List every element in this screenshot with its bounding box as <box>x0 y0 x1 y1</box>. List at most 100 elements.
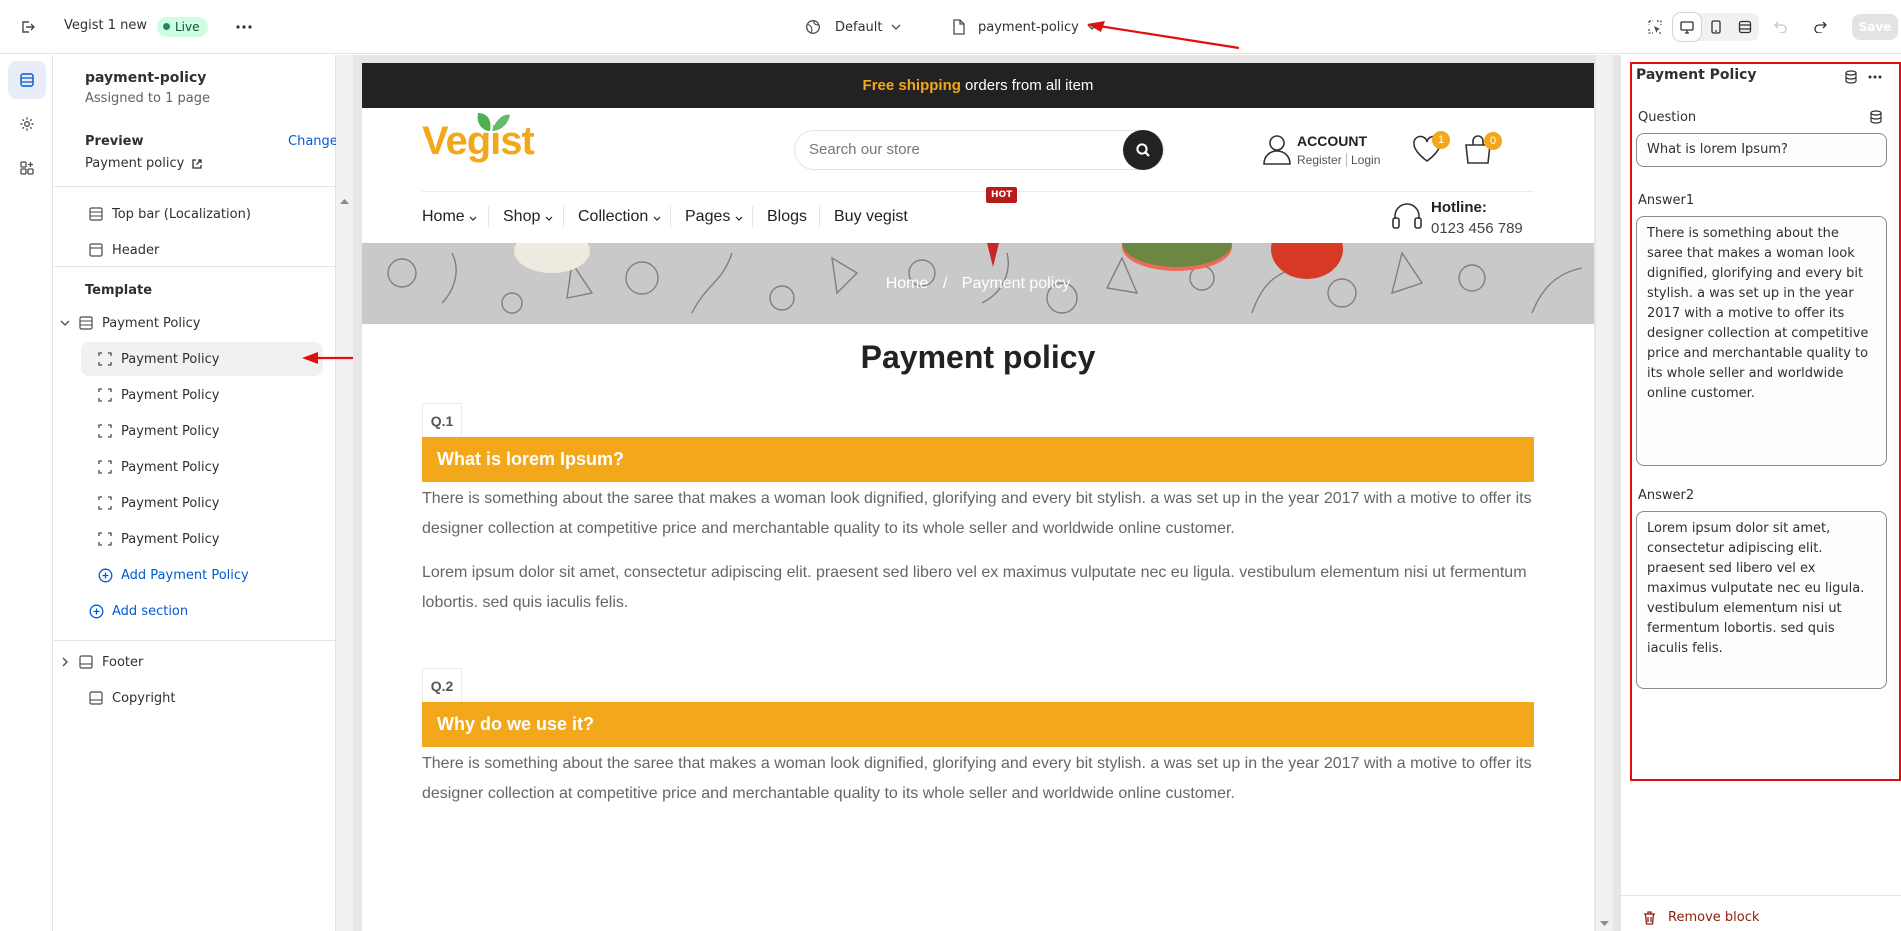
scroll-down-icon[interactable] <box>1600 921 1609 927</box>
store-preview: Free shipping orders from all item Vegis… <box>353 55 1620 931</box>
section-payment-policy[interactable]: Payment Policy <box>56 306 296 340</box>
remove-block-button[interactable]: Remove block <box>1643 910 1759 925</box>
chevron-down-icon <box>735 216 743 221</box>
divider <box>54 186 335 187</box>
store-search[interactable]: Search our store <box>794 130 1164 170</box>
nav-label: Collection <box>578 208 649 225</box>
nav-label: Shop <box>503 208 541 225</box>
answer1-textarea[interactable]: There is something about the saree that … <box>1636 216 1887 466</box>
breadcrumb-banner: Home / Payment policy <box>362 243 1594 324</box>
more-options-icon[interactable] <box>1864 67 1886 87</box>
nav-label: Pages <box>685 208 731 225</box>
mobile-icon[interactable] <box>1702 13 1730 41</box>
wishlist-button[interactable]: 1 <box>1412 131 1452 169</box>
template-selector-label: payment-policy <box>978 19 1079 35</box>
question-input[interactable]: What is lorem Ipsum? <box>1636 133 1887 167</box>
hotline-label: Hotline: <box>1431 199 1487 216</box>
register-link[interactable]: Register <box>1297 153 1342 167</box>
search-icon <box>1136 143 1150 157</box>
section-label: Header <box>112 242 160 258</box>
answer2-label: Answer2 <box>1638 488 1695 503</box>
plus-circle-icon <box>88 603 104 619</box>
section-header[interactable]: Header <box>78 233 298 267</box>
user-icon <box>1263 135 1291 165</box>
preview-scrollbar[interactable] <box>1596 55 1613 931</box>
block-item[interactable]: Payment Policy <box>81 342 323 376</box>
add-section-button[interactable]: Add section <box>78 594 298 628</box>
section-footer[interactable]: Footer <box>56 645 296 679</box>
chevron-down-icon[interactable] <box>60 320 70 326</box>
section-copyright[interactable]: Copyright <box>78 681 298 715</box>
gear-icon[interactable] <box>8 105 46 143</box>
answer1-label: Answer1 <box>1638 193 1695 208</box>
login-link[interactable]: Login <box>1351 153 1380 167</box>
add-block-button[interactable]: Add Payment Policy <box>81 558 323 592</box>
nav-home[interactable]: Home <box>422 192 477 242</box>
cart-button[interactable]: 0 <box>1462 132 1502 169</box>
breadcrumb-home[interactable]: Home <box>886 275 929 292</box>
dynamic-source-icon[interactable] <box>1867 108 1885 126</box>
nav-label: Blogs <box>767 208 808 225</box>
redo-icon[interactable] <box>1806 13 1834 41</box>
block-item[interactable]: Payment Policy <box>81 486 323 520</box>
undo-icon[interactable] <box>1767 13 1795 41</box>
answer-text: Lorem ipsum dolor sit amet, consectetur … <box>422 564 1527 611</box>
store-logo[interactable]: Vegist <box>422 113 535 164</box>
block-item[interactable]: Payment Policy <box>81 414 323 448</box>
nav-shop[interactable]: Shop <box>503 192 553 242</box>
nav-buy-vegist[interactable]: Buy vegist <box>834 192 908 242</box>
section-label: Copyright <box>112 690 176 706</box>
block-item[interactable]: Payment Policy <box>81 378 323 412</box>
device-toggle <box>1673 13 1759 41</box>
block-settings-panel: Payment Policy Question What is lorem Ip… <box>1620 55 1901 931</box>
nav-blogs[interactable]: Blogs <box>767 192 807 242</box>
scroll-up-icon[interactable] <box>340 198 349 204</box>
sections-icon[interactable] <box>8 61 46 99</box>
editor-topbar: Vegist 1 new Live Default payment-policy… <box>0 0 1901 54</box>
fullwidth-icon[interactable] <box>1731 13 1759 41</box>
change-link[interactable]: Change <box>288 134 338 149</box>
section-label: Top bar (Localization) <box>112 206 251 222</box>
hotline-number: 0123 456 789 <box>1431 220 1523 237</box>
database-icon[interactable] <box>1841 67 1861 87</box>
save-button[interactable]: Save <box>1852 14 1898 40</box>
answer2-textarea[interactable]: Lorem ipsum dolor sit amet, consectetur … <box>1636 511 1887 689</box>
annotation-arrow <box>1087 21 1240 50</box>
section-label: Payment Policy <box>102 315 201 331</box>
desktop-icon[interactable] <box>1673 13 1701 41</box>
divider <box>488 206 489 228</box>
preview-page-link[interactable]: Payment policy <box>85 156 203 171</box>
breadcrumb: Home / Payment policy <box>362 243 1594 324</box>
exit-icon[interactable] <box>14 13 42 41</box>
sections-scrollbar[interactable] <box>336 55 353 931</box>
search-button[interactable] <box>1123 130 1163 170</box>
block-item[interactable]: Payment Policy <box>81 450 323 484</box>
theme-selector[interactable]: Default <box>805 13 901 41</box>
block-icon <box>97 495 113 511</box>
breadcrumb-current: Payment policy <box>961 275 1071 292</box>
block-item[interactable]: Payment Policy <box>81 522 323 556</box>
nav-pages[interactable]: Pages <box>685 192 743 242</box>
section-top-bar[interactable]: Top bar (Localization) <box>78 197 298 231</box>
section-icon <box>78 654 94 670</box>
block-label: Payment Policy <box>121 423 220 439</box>
nav-label: Home <box>422 208 465 225</box>
block-title: Payment Policy <box>1636 67 1757 83</box>
template-selector[interactable]: payment-policy <box>952 13 1097 41</box>
block-icon <box>97 531 113 547</box>
nav-collection[interactable]: Collection <box>578 192 661 242</box>
question-tag: Q.2 <box>422 668 462 702</box>
block-icon <box>97 387 113 403</box>
section-icon <box>88 242 104 258</box>
apps-icon[interactable] <box>8 149 46 187</box>
divider <box>54 266 335 267</box>
block-label: Payment Policy <box>121 351 220 367</box>
block-label: Payment Policy <box>121 459 220 475</box>
external-link-icon <box>192 158 202 169</box>
editor-rail <box>0 55 53 931</box>
inspector-icon[interactable] <box>1641 13 1669 41</box>
more-options-icon[interactable] <box>230 13 258 41</box>
divider <box>670 206 671 228</box>
preview-page-label: Payment policy <box>85 156 185 171</box>
chevron-right-icon[interactable] <box>62 657 68 667</box>
